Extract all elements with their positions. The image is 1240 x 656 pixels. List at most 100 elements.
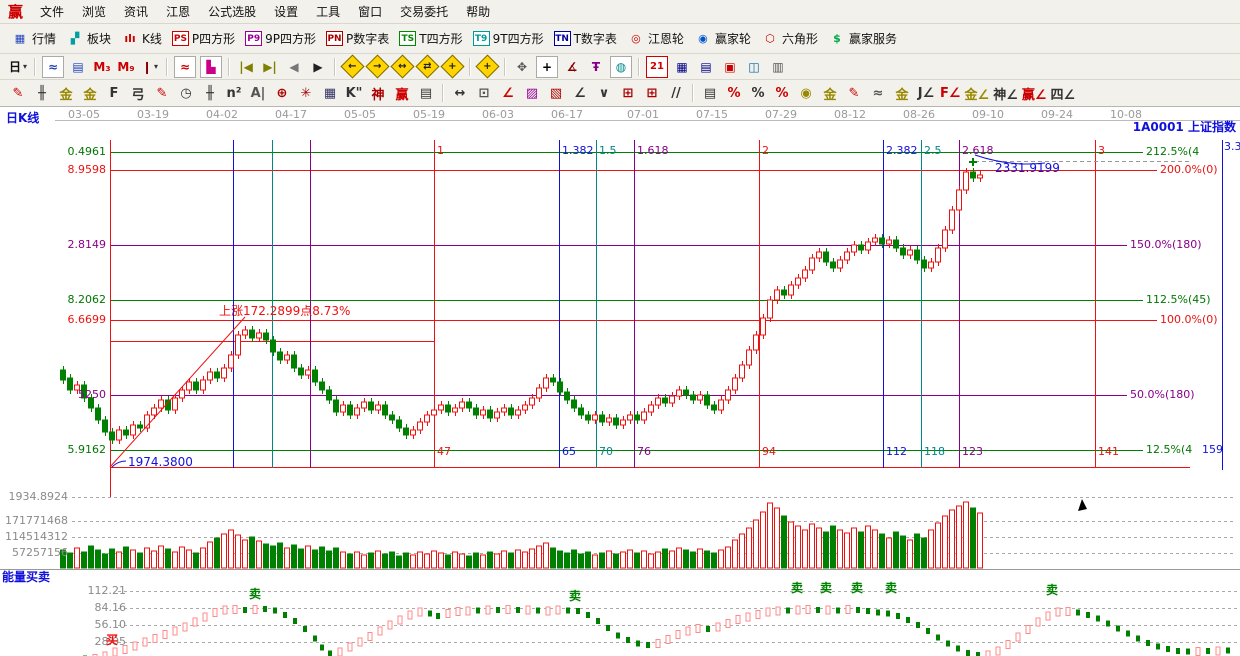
toolbar-button-grid-arrow[interactable]: ⊞ (642, 83, 662, 103)
toolbar-button-hand-tool[interactable]: ✥ (512, 57, 532, 77)
toolbar-button-zoom-out-diamond[interactable]: ↔ (390, 54, 414, 78)
toolbar-button-percent[interactable]: % (748, 83, 768, 103)
menu-item-trade-entrust[interactable]: 交易委托 (400, 3, 448, 20)
toolbar-button-v-wave[interactable]: ∨ (594, 83, 614, 103)
toolbar-button-zigzag-view[interactable]: ≈ (42, 56, 64, 78)
toolbar-button-center-diamond[interactable]: + (475, 54, 499, 78)
menu-item-settings[interactable]: 设置 (274, 3, 298, 20)
toolbar-button-shen-angle[interactable]: 神∠ (993, 83, 1018, 103)
toolbar-button-gann-tag-tool[interactable]: Ŧ (586, 57, 606, 77)
toolbar-button-price-list[interactable]: ▤ (700, 83, 720, 103)
toolbar-button-cycle-tool[interactable]: ◍ (610, 56, 632, 78)
toolbar-button-scroll-right-diamond[interactable]: → (365, 54, 389, 78)
toolbar-button-four-angle[interactable]: 四∠ (1051, 83, 1076, 103)
menu-item-help[interactable]: 帮助 (466, 3, 490, 20)
chart-panel[interactable]: 日K线 1A0001 上证指数 03-0503-1904-0204-1705-0… (0, 107, 1240, 656)
toolbar-button-f-ruler[interactable]: F (104, 83, 124, 103)
toolbar-button-winner-service[interactable]: $赢家服务 (828, 30, 897, 47)
toolbar-button-9t-square[interactable]: T99T四方形 (473, 30, 544, 47)
toolbar-button-nav-prev[interactable]: ◀ (284, 57, 304, 77)
menu-item-browse[interactable]: 浏览 (82, 3, 106, 20)
p-number-table-icon: PN (326, 31, 343, 46)
toolbar-button-square-anchor[interactable]: ⊡ (474, 83, 494, 103)
toolbar-button-save[interactable]: ▣ (720, 57, 740, 77)
toolbar-button-brush-2[interactable]: ✎ (844, 83, 864, 103)
toolbar-button-win-tool[interactable]: 赢 (392, 83, 412, 103)
toolbar-button-zigzag-red[interactable]: ≈ (174, 56, 196, 78)
date-tick-label: 03-19 (137, 109, 169, 121)
toolbar-button-f-angle[interactable]: F∠ (940, 83, 961, 103)
toolbar-button-parallel-lines[interactable]: // (666, 83, 686, 103)
toolbar-button-brush-tool[interactable]: ✎ (8, 83, 28, 103)
toolbar-button-red-brush[interactable]: ✎ (152, 83, 172, 103)
toolbar-button-star-grid[interactable]: ✳ (296, 83, 316, 103)
toolbar-button-tick-ruler[interactable]: ╫ (32, 83, 52, 103)
toolbar-button-candle-style[interactable]: ❙▾ (140, 57, 160, 77)
toolbar-button-t-number-table[interactable]: TNT数字表 (554, 30, 617, 47)
menu-item-formula-stock-pick[interactable]: 公式选股 (208, 3, 256, 20)
toolbar-button-tick-ruler-2[interactable]: ╫ (200, 83, 220, 103)
toolbar-button-wave-overlay[interactable]: ≈ (868, 83, 888, 103)
toolbar-button-market-quotes[interactable]: ▦行情 (11, 30, 56, 47)
toolbar-button-p-square[interactable]: PSP四方形 (172, 30, 235, 47)
toolbar-button-gann-wheel[interactable]: ◎江恩轮 (627, 30, 684, 47)
toolbar-button-kline[interactable]: ılıK线 (121, 30, 162, 47)
toolbar-button-angle-measure-tool[interactable]: ∡ (562, 57, 582, 77)
toolbar-button-fan-box[interactable]: ▨ (522, 83, 542, 103)
toolbar-button-nav-first[interactable]: |◀ (236, 57, 256, 77)
toolbar-button-percent-strike[interactable]: % (724, 83, 744, 103)
toolbar-button-period-day[interactable]: 日▾ (8, 57, 28, 77)
toolbar-button-p-number-table[interactable]: PNP数字表 (326, 30, 389, 47)
toolbar-button-fan-lines[interactable]: ∠ (498, 83, 518, 103)
toolbar-button-nav-last[interactable]: ▶| (260, 57, 280, 77)
toolbar-button-quote-report[interactable]: ▤ (68, 57, 88, 77)
toolbar-button-print[interactable]: ▥ (768, 57, 788, 77)
toolbar-button-winner-wheel[interactable]: ◉赢家轮 (694, 30, 751, 47)
toolbar-button-nav-next[interactable]: ▶ (308, 57, 328, 77)
toolbar-button-calendar[interactable]: 21 (646, 56, 668, 78)
toolbar-button-win-angle[interactable]: 赢∠ (1022, 83, 1047, 103)
toolbar-button-clock-ruler[interactable]: ◷ (176, 83, 196, 103)
toolbar-button-fan-box-2[interactable]: ▧ (546, 83, 566, 103)
menu-item-gann[interactable]: 江恩 (166, 3, 190, 20)
chart-canvas[interactable] (0, 107, 1240, 656)
toolbar-button-grid-box[interactable]: ▦ (320, 83, 340, 103)
toolbar-button-export-web[interactable]: ◫ (744, 57, 764, 77)
toolbar-button-gold-gate-2[interactable]: 金 (80, 83, 100, 103)
menu-item-file[interactable]: 文件 (40, 3, 64, 20)
menu-item-news[interactable]: 资讯 (124, 3, 148, 20)
toolbar-button-wave-9[interactable]: M₉ (116, 57, 136, 77)
menu-item-window[interactable]: 窗口 (358, 3, 382, 20)
toolbar-separator (334, 58, 336, 76)
toolbar-button-gold-circle[interactable]: ◉ (796, 83, 816, 103)
toolbar-button-angle-fan[interactable]: ∠ (570, 83, 590, 103)
toolbar-button-a-divider[interactable]: A| (248, 83, 268, 103)
toolbar-button-span-measure[interactable]: ↔ (450, 83, 470, 103)
toolbar-button-notepad[interactable]: ▤ (696, 57, 716, 77)
toolbar-button-gold-bar[interactable]: 金 (820, 83, 840, 103)
toolbar-button-gold-underline[interactable]: 金 (892, 83, 912, 103)
toolbar-button-calculator[interactable]: ▦ (672, 57, 692, 77)
toolbar-button-fit-diamond[interactable]: + (440, 54, 464, 78)
toolbar-button-crosshair-tool[interactable]: + (536, 56, 558, 78)
toolbar-button-n-squared[interactable]: n² (224, 83, 244, 103)
toolbar-button-bow-ruler[interactable]: 弓 (128, 83, 148, 103)
toolbar-button-wave-3[interactable]: M₃ (92, 57, 112, 77)
toolbar-button-sectors[interactable]: ▞板块 (66, 30, 111, 47)
toolbar-button-ruler-123[interactable]: ▤ (416, 83, 436, 103)
toolbar-button-zoom-in-diamond[interactable]: ⇄ (415, 54, 439, 78)
toolbar-button-compass-circle[interactable]: ⊕ (272, 83, 292, 103)
toolbar-button-grid-red[interactable]: ⊞ (618, 83, 638, 103)
toolbar-button-gold-angle[interactable]: 金∠ (965, 83, 990, 103)
toolbar-button-volume-profile[interactable]: ▙ (200, 56, 222, 78)
toolbar-button-j-angle[interactable]: J∠ (916, 83, 936, 103)
menu-item-tools[interactable]: 工具 (316, 3, 340, 20)
toolbar-button-k-quote[interactable]: K" (344, 83, 364, 103)
toolbar-button-hexagon[interactable]: ⬡六角形 (761, 30, 818, 47)
toolbar-button-9p-square[interactable]: P99P四方形 (245, 30, 316, 47)
toolbar-button-percent-bar[interactable]: % (772, 83, 792, 103)
toolbar-button-gold-gate-1[interactable]: 金 (56, 83, 76, 103)
toolbar-button-t-square[interactable]: TST四方形 (399, 30, 462, 47)
toolbar-button-shen-tool[interactable]: 神 (368, 83, 388, 103)
toolbar-button-scroll-left-diamond[interactable]: ← (340, 54, 364, 78)
